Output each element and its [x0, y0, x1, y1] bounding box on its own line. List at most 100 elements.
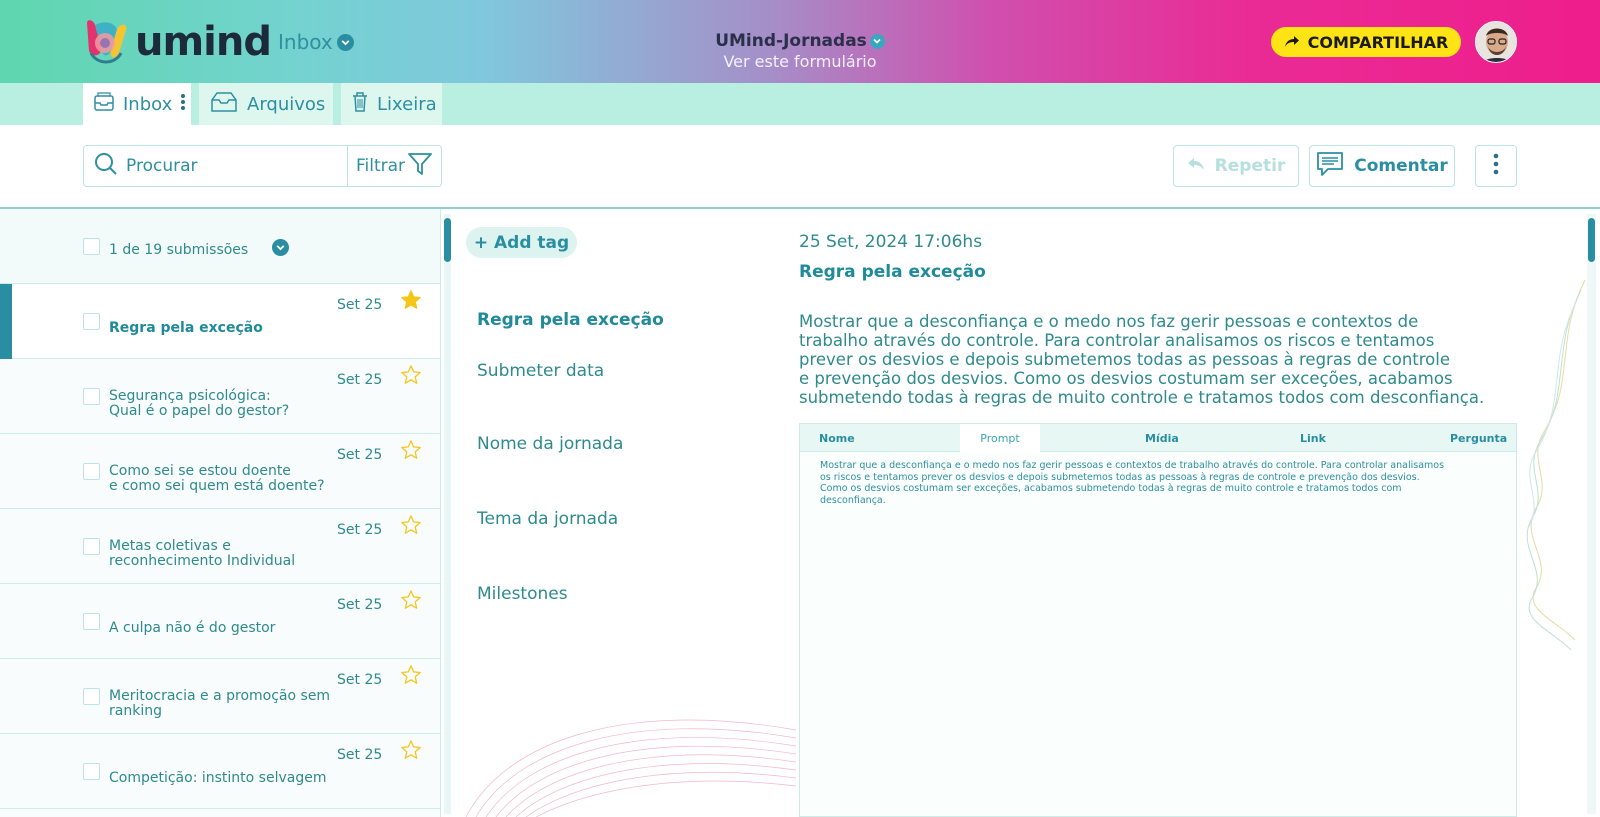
column-link[interactable]: Link: [1300, 432, 1326, 445]
tab-bar: Inbox Arquivos Lixeira: [0, 83, 1600, 125]
add-tag-button[interactable]: + Add tag: [466, 227, 577, 258]
submission-date: 25 Set, 2024 17:06hs: [799, 232, 983, 252]
row-checkbox[interactable]: [83, 688, 100, 705]
list-item[interactable]: A culpa não é do gestor Set 25: [0, 584, 440, 659]
form-name: UMind-Jornadas: [715, 31, 867, 51]
star-icon[interactable]: [400, 664, 422, 690]
field-label-submit-date: Submeter data: [477, 361, 605, 381]
user-avatar[interactable]: [1475, 21, 1517, 63]
detail-scrollbar-thumb[interactable]: [1588, 218, 1595, 262]
comment-label: Comentar: [1354, 156, 1448, 176]
star-icon[interactable]: [400, 514, 422, 540]
view-form-link[interactable]: Ver este formulário: [700, 52, 900, 71]
list-item-title: Competição: instinto selvagem: [109, 771, 326, 786]
row-checkbox[interactable]: [83, 388, 100, 405]
tab-arquivos-label: Arquivos: [247, 93, 326, 115]
decorative-waves: [465, 719, 797, 817]
list-item-date: Set 25: [337, 672, 383, 688]
submission-description: Mostrar que a desconfiança e o medo nos …: [799, 312, 1519, 407]
list-item-date: Set 25: [337, 747, 383, 763]
table-line: Mostrar que a desconfiança e o medo nos …: [820, 460, 1445, 471]
share-label: COMPARTILHAR: [1307, 32, 1449, 52]
umind-logo[interactable]: umind: [83, 16, 272, 68]
tab-arquivos[interactable]: Arquivos: [199, 83, 333, 125]
row-checkbox[interactable]: [83, 613, 100, 630]
list-item[interactable]: Metas coletivas e reconhecimento Individu…: [0, 509, 440, 584]
table-header: Nome Prompt Mídia Link Pergunta: [800, 424, 1516, 453]
list-item-title-line: A culpa não é do gestor: [109, 620, 276, 636]
star-icon[interactable]: [400, 439, 422, 465]
comment-button[interactable]: Comentar: [1309, 145, 1455, 187]
list-item-title-line: Segurança psicológica:: [109, 388, 271, 404]
description-line: prever os desvios e depois submetemos to…: [799, 350, 1450, 369]
row-checkbox[interactable]: [83, 313, 100, 330]
comment-icon: [1316, 151, 1344, 182]
list-item[interactable]: Competição: instinto selvagem Set 25: [0, 734, 440, 809]
repeat-button[interactable]: Repetir: [1173, 145, 1299, 187]
row-checkbox[interactable]: [83, 463, 100, 480]
column-pergunta[interactable]: Pergunta: [1450, 432, 1507, 445]
table-line: os riscos e tentamos prever os desvios e…: [820, 471, 1420, 483]
list-item-title-line: Regra pela exceção: [109, 320, 263, 336]
list-item-date: Set 25: [337, 447, 383, 463]
filter-button[interactable]: Filtrar: [348, 145, 442, 187]
list-item-date: Set 25: [337, 597, 383, 613]
star-icon[interactable]: [400, 289, 422, 315]
repeat-label: Repetir: [1214, 156, 1286, 176]
list-item-title-line: e como sei quem está doente?: [109, 478, 325, 494]
logo-text: umind: [135, 19, 272, 65]
chevron-down-icon[interactable]: [336, 33, 354, 51]
list-scrollbar-thumb[interactable]: [444, 218, 451, 262]
umind-logo-icon: [83, 17, 129, 67]
list-item-title: Metas coletivas e reconhecimento Individu…: [109, 539, 295, 569]
chevron-down-icon[interactable]: [272, 239, 289, 256]
select-all-checkbox[interactable]: [83, 238, 100, 255]
detail-scrollbar[interactable]: [1587, 214, 1596, 814]
list-item-title-line: Competição: instinto selvagem: [109, 770, 327, 786]
reply-icon: [1187, 156, 1205, 176]
list-item-title-line: Qual é o papel do gestor?: [109, 403, 290, 419]
more-vertical-icon[interactable]: [180, 92, 186, 117]
tab-lixeira-label: Lixeira: [377, 93, 437, 115]
tab-lixeira[interactable]: Lixeira: [341, 83, 442, 125]
list-item[interactable]: Como sei se estou doente e como sei quem …: [0, 434, 440, 509]
decorative-face-lines: [1526, 279, 1586, 651]
list-item[interactable]: Regra pela exceção Set 25: [0, 284, 440, 359]
description-line: submetendo todas à regras de muito contr…: [799, 388, 1485, 407]
list-item-title: Como sei se estou doente e como sei quem …: [109, 464, 325, 494]
milestones-table: Nome Prompt Mídia Link Pergunta Mostrar …: [799, 423, 1517, 817]
share-icon: [1284, 33, 1300, 52]
section-title[interactable]: Inbox: [278, 30, 354, 54]
list-item-title-line: Meritocracia e a promoção sem: [109, 688, 331, 704]
search-box[interactable]: [83, 145, 348, 187]
form-selector[interactable]: UMind-Jornadas: [715, 31, 885, 51]
row-checkbox[interactable]: [83, 538, 100, 555]
search-input[interactable]: [126, 156, 326, 176]
list-item-title: Segurança psicológica: Qual é o papel do …: [109, 389, 289, 419]
list-item-title-line: Como sei se estou doente: [109, 463, 291, 479]
list-item[interactable]: Segurança psicológica: Qual é o papel do …: [0, 359, 440, 434]
column-nome[interactable]: Nome: [819, 432, 855, 445]
tab-inbox[interactable]: Inbox: [83, 83, 191, 125]
list-item-title-line: Metas coletivas e: [109, 538, 231, 554]
star-icon[interactable]: [400, 739, 422, 765]
star-icon[interactable]: [400, 364, 422, 390]
submission-title: Regra pela exceção: [799, 262, 986, 282]
list-item-title: Meritocracia e a promoção sem ranking: [109, 689, 330, 719]
column-prompt[interactable]: Prompt: [960, 424, 1040, 453]
field-label-title: Regra pela exceção: [477, 310, 664, 330]
star-icon[interactable]: [400, 589, 422, 615]
list-item[interactable]: Meritocracia e a promoção sem ranking Set …: [0, 659, 440, 734]
more-options-button[interactable]: [1475, 145, 1517, 187]
column-midia[interactable]: Mídia: [1145, 432, 1179, 445]
share-button[interactable]: COMPARTILHAR: [1271, 27, 1461, 57]
chevron-down-icon[interactable]: [869, 33, 885, 49]
more-vertical-icon: [1493, 152, 1499, 181]
inbox-icon: [93, 91, 115, 118]
list-item-date: Set 25: [337, 297, 383, 313]
table-line: desconfiança.: [820, 494, 886, 506]
search-icon: [94, 152, 118, 180]
table-cell-prompt: Mostrar que a desconfiança e o medo nos …: [800, 452, 1516, 514]
submission-count: 1 de 19 submissões: [109, 242, 249, 258]
row-checkbox[interactable]: [83, 763, 100, 780]
